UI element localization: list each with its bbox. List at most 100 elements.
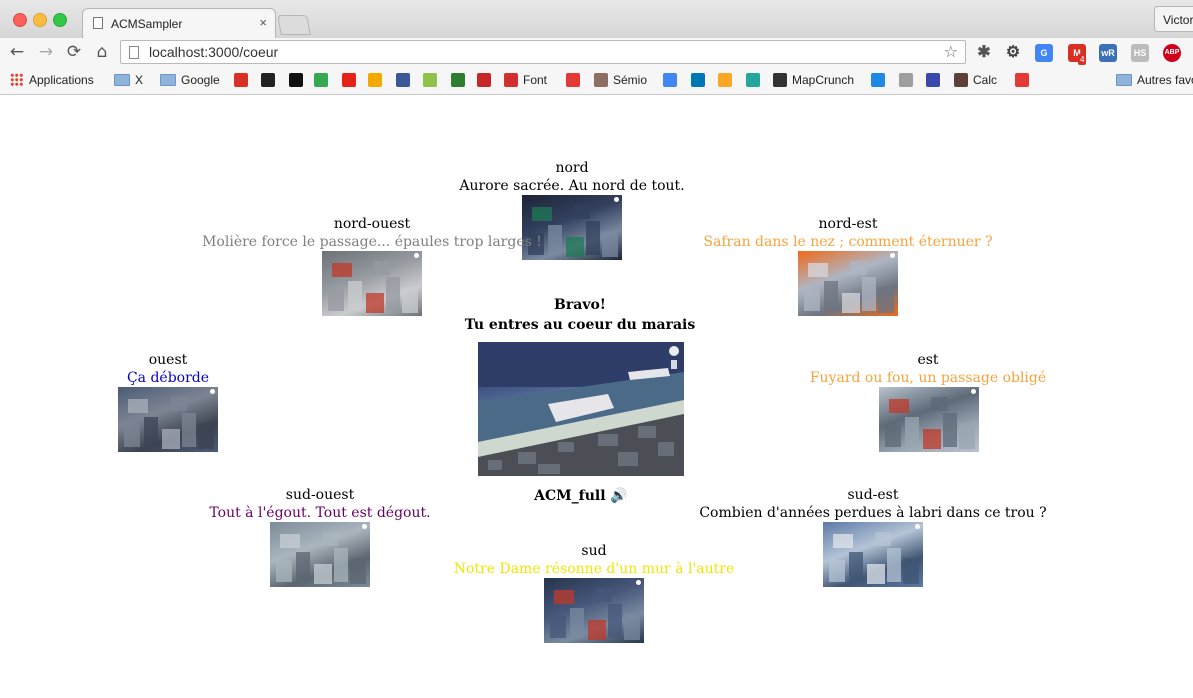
compass-dot-icon [414, 253, 419, 258]
bookmark-autres[interactable]: Autres favo [1116, 73, 1193, 89]
bookmark-gear[interactable] [899, 73, 918, 89]
bookmark-circle-icon [289, 73, 303, 87]
bookmark-yellow[interactable] [718, 73, 737, 89]
direction-label: sud [581, 543, 607, 559]
bookmark-label: Sémio [613, 73, 648, 87]
gear-icon[interactable]: ⚙ [1004, 44, 1022, 62]
direction-est: est Fuyard ou fou, un passage obligé [628, 351, 1193, 387]
bookmark-blabla[interactable] [423, 73, 442, 89]
thumbnail-nord-ouest[interactable] [322, 251, 422, 316]
url-text[interactable]: localhost:3000/coeur [149, 44, 278, 60]
bookmark-label: Google [181, 73, 220, 87]
direction-label: nord-est [818, 216, 878, 232]
tab-close-icon[interactable]: × [259, 15, 267, 30]
tab-acmsampler[interactable]: ACMSampler × [82, 8, 276, 39]
bookmark-facebook-icon [396, 73, 410, 87]
compass-dot-icon [915, 524, 920, 529]
bookmark-wr[interactable] [368, 73, 387, 89]
zoom-window-button[interactable] [53, 13, 67, 27]
thumbnail-sud[interactable] [544, 578, 644, 643]
bookmark-maps[interactable] [314, 73, 333, 89]
new-tab-button[interactable] [277, 15, 311, 35]
direction-label: sud-est [847, 487, 899, 503]
center-subtitle: Tu entres au coeur du marais [464, 317, 696, 333]
bookmark-flag[interactable] [477, 73, 496, 89]
bookmark-font-icon [504, 73, 518, 87]
bookmark-label: Autres favo [1137, 73, 1193, 87]
bookmark-youtube-icon [342, 73, 356, 87]
bookmark-label: Font [523, 73, 548, 87]
bookmark-font[interactable]: Font [504, 73, 547, 89]
direction-phrase: Combien d'années perdues à labri dans ce… [699, 505, 1047, 521]
minimize-window-button[interactable] [33, 13, 47, 27]
bookmark-semio-icon [594, 73, 608, 87]
bookmark-google[interactable]: Google [160, 73, 220, 89]
page-icon [129, 46, 139, 59]
direction-label: est [917, 352, 939, 368]
folder-icon [114, 74, 130, 86]
direction-phrase: Fuyard ou fou, un passage obligé [809, 370, 1047, 386]
bookmark-translate[interactable] [663, 73, 682, 89]
bookmark-applications[interactable]: Applications [10, 73, 94, 89]
bookmark-circle[interactable] [289, 73, 308, 89]
bookmark-yellow-icon [718, 73, 732, 87]
compass-dot-icon [614, 197, 619, 202]
bookmarks-bar: Applications X Google Font Sémio MapCrunch Cal… [0, 68, 1193, 95]
bookmark-semio[interactable]: Sémio [594, 73, 647, 89]
compass-dot-icon [362, 524, 367, 529]
bookmark-x[interactable]: X [114, 73, 143, 89]
bookmark-mapcrunch[interactable]: MapCrunch [773, 73, 854, 89]
direction-label: ouest [148, 352, 188, 368]
bravo-heading: Bravo! [554, 297, 606, 313]
bookmark-star-icon[interactable]: ☆ [944, 42, 958, 61]
direction-phrase: Tout à l'égout. Tout est dégout. [209, 505, 431, 521]
direction-sud-est: sud-est Combien d'années perdues à labri … [573, 486, 1173, 522]
bookmark-wtf[interactable] [261, 73, 280, 89]
direction-ouest: ouest Ça déborde [0, 351, 468, 387]
bookmark-calc-icon [954, 73, 968, 87]
bookmark-diag[interactable] [451, 73, 470, 89]
direction-sud: sud Notre Dame résonne d'un mur à l'autre [294, 542, 894, 578]
bookmark-linkedin[interactable] [691, 73, 710, 89]
bookmark-mapcrunch-icon [773, 73, 787, 87]
home-icon[interactable]: ⌂ [91, 41, 113, 63]
bookmark-flag-icon [477, 73, 491, 87]
bookmark-c[interactable] [926, 73, 945, 89]
bookmark-red-icon [1015, 73, 1029, 87]
bookmark-label: Applications [29, 73, 94, 87]
forward-arrow-icon[interactable]: → [35, 41, 57, 63]
profile-button[interactable]: Victor [1154, 6, 1193, 32]
browser-toolbar: ← → ⟳ ⌂ localhost:3000/coeur ☆ ✱ ⚙ G M 4 wR HS… [0, 38, 1193, 68]
bookmark-gmail[interactable] [234, 73, 253, 89]
bookmark-firefox-icon [871, 73, 885, 87]
tab-title: ACMSampler [111, 17, 183, 31]
puzzle-extension-icon[interactable]: ✱ [975, 44, 993, 62]
bookmark-label: MapCrunch [792, 73, 855, 87]
thumbnail-est[interactable] [879, 387, 979, 452]
back-arrow-icon[interactable]: ← [6, 41, 28, 63]
thumbnail-nord-est[interactable] [798, 251, 898, 316]
bookmark-red[interactable] [1015, 73, 1034, 89]
thumbnail-drawing [124, 397, 214, 449]
adblock-icon[interactable]: ABP [1163, 44, 1181, 62]
close-window-button[interactable] [13, 13, 27, 27]
bookmark-youtube[interactable] [342, 73, 361, 89]
bookmark-firefox[interactable] [871, 73, 890, 89]
reload-icon[interactable]: ⟳ [63, 41, 85, 63]
bookmark-diag-icon [451, 73, 465, 87]
bookmark-wr-icon [368, 73, 382, 87]
direction-phrase: Notre Dame résonne d'un mur à l'autre [453, 561, 735, 577]
bookmark-linkedin-icon [691, 73, 705, 87]
bookmark-wave[interactable] [746, 73, 765, 89]
bookmark-maps-icon [314, 73, 328, 87]
bookmark-calc[interactable]: Calc [954, 73, 997, 89]
thumbnail-ouest[interactable] [118, 387, 218, 452]
hs-icon[interactable]: HS [1131, 44, 1149, 62]
translate-icon[interactable]: G [1035, 44, 1053, 62]
bookmark-e[interactable] [566, 73, 585, 89]
direction-phrase: Safran dans le nez ; comment éternuer ? [703, 234, 993, 250]
wordreference-icon[interactable]: wR [1099, 44, 1117, 62]
compass-dot-icon [636, 580, 641, 585]
bookmark-facebook[interactable] [396, 73, 415, 89]
address-bar[interactable]: localhost:3000/coeur ☆ [120, 40, 966, 64]
